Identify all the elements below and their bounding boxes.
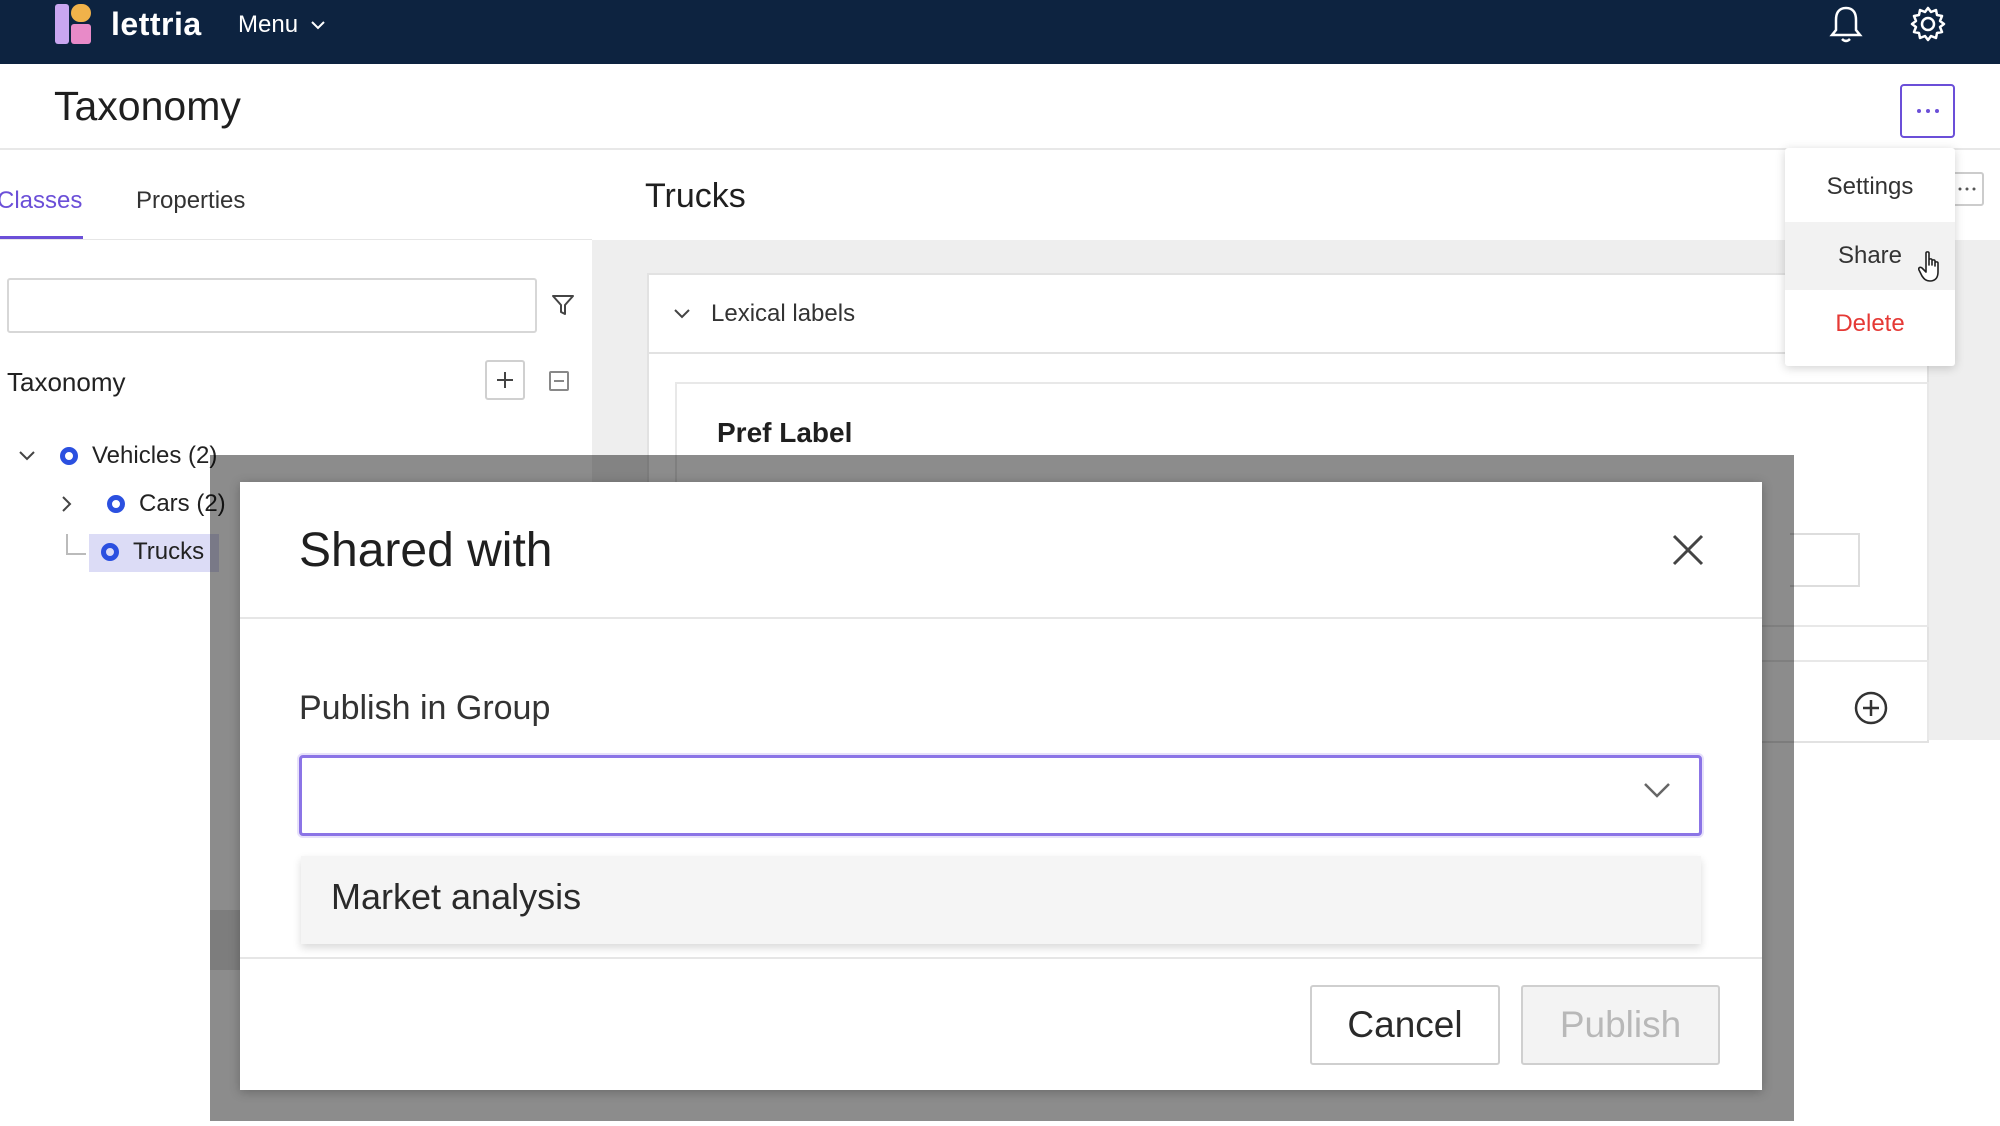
class-node-icon — [60, 447, 78, 465]
cancel-button[interactable]: Cancel — [1310, 985, 1500, 1065]
add-circle-icon[interactable] — [1853, 690, 1889, 726]
backdrop-shade — [210, 910, 240, 970]
notification-bell-icon[interactable] — [1826, 2, 1866, 46]
page-title: Taxonomy — [54, 83, 241, 129]
tree-node-vehicles[interactable]: Vehicles (2) — [18, 441, 217, 471]
filter-icon[interactable] — [550, 292, 576, 318]
plus-icon — [497, 372, 513, 388]
menu-item-delete[interactable]: Delete — [1785, 290, 1955, 358]
publish-button[interactable]: Publish — [1521, 985, 1720, 1065]
more-horizontal-icon — [1958, 187, 1976, 191]
header-divider — [0, 148, 2000, 150]
modal-divider — [240, 957, 1762, 959]
brand-name: lettria — [111, 6, 202, 42]
tree-connector — [66, 534, 68, 554]
tree-node-label: Vehicles (2) — [92, 442, 218, 469]
modal-divider — [240, 617, 1762, 619]
tab-classes[interactable]: Classes — [0, 186, 82, 216]
chevron-down-icon — [674, 309, 690, 319]
section-title: Lexical labels — [711, 300, 856, 327]
class-title: Trucks — [645, 177, 746, 215]
class-node-icon — [107, 495, 125, 513]
tree-section-title: Taxonomy — [7, 367, 126, 397]
tabs-divider — [0, 239, 592, 240]
settings-gear-icon[interactable] — [1906, 2, 1950, 46]
menu-label: Menu — [238, 11, 299, 38]
hand-cursor-icon — [1918, 251, 1939, 282]
modal-title: Shared with — [299, 524, 553, 577]
pref-label-title: Pref Label — [717, 417, 853, 448]
tree-node-trucks[interactable]: Trucks — [101, 537, 204, 567]
tree-node-label: Trucks — [133, 538, 205, 565]
chevron-down-icon[interactable] — [1641, 780, 1673, 800]
class-node-icon — [101, 543, 119, 561]
lexical-labels-header[interactable]: Lexical labels — [673, 298, 855, 330]
more-horizontal-icon — [1916, 109, 1939, 113]
chevron-right-icon[interactable] — [61, 495, 73, 513]
more-options-button[interactable] — [1900, 84, 1955, 138]
lettria-logo-icon[interactable] — [55, 4, 97, 44]
menu-button[interactable]: Menu — [238, 10, 326, 40]
pref-label-input[interactable] — [1790, 533, 1860, 587]
dropdown-option-market-analysis[interactable]: Market analysis — [331, 874, 581, 920]
tab-properties[interactable]: Properties — [136, 186, 245, 216]
chevron-down-icon[interactable] — [18, 450, 36, 462]
add-class-button[interactable] — [485, 360, 525, 400]
collapse-all-icon[interactable] — [549, 371, 569, 391]
chevron-down-icon — [311, 21, 325, 30]
search-input[interactable] — [7, 278, 537, 333]
card-divider — [647, 352, 1929, 354]
tree-connector — [66, 553, 86, 555]
publish-group-label: Publish in Group — [299, 689, 551, 727]
tree-node-cars[interactable]: Cars (2) — [61, 489, 226, 519]
group-select[interactable] — [299, 755, 1702, 836]
menu-item-settings[interactable]: Settings — [1785, 153, 1955, 221]
close-icon[interactable] — [1670, 532, 1706, 568]
class-more-button[interactable] — [1950, 172, 1984, 206]
